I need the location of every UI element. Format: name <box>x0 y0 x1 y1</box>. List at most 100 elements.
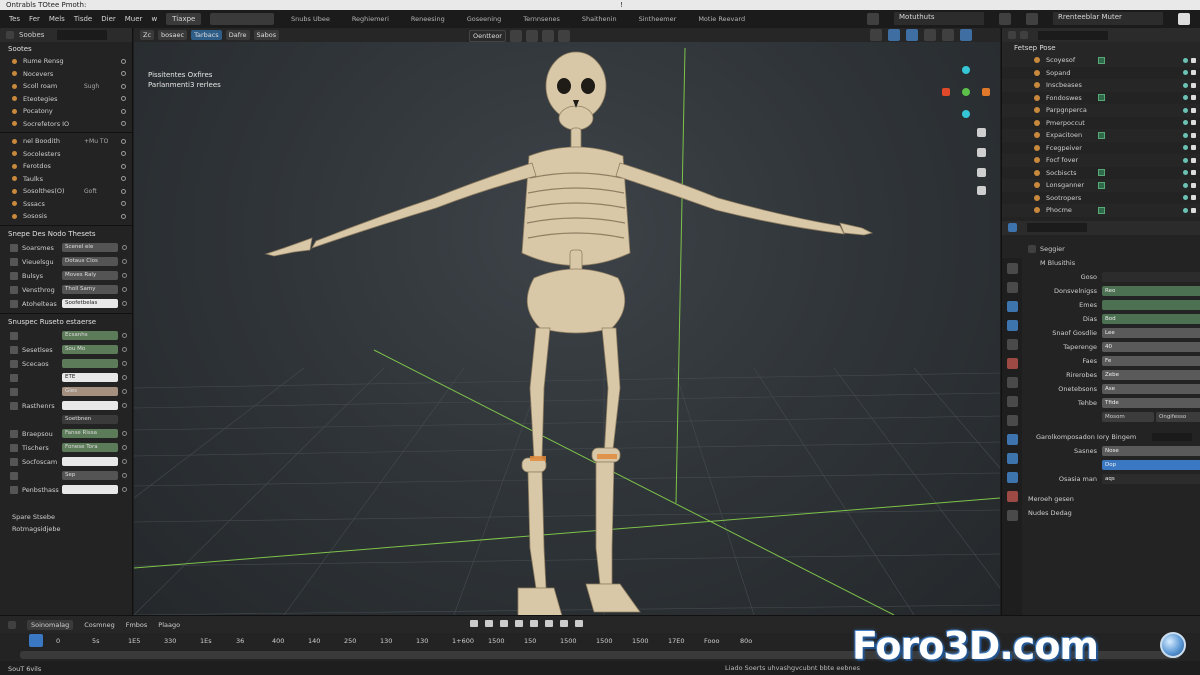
left-footer-item[interactable]: Rotmagsidjebe <box>0 523 132 536</box>
outliner-row[interactable]: Parpgnperca <box>1002 104 1200 117</box>
xray-icon[interactable] <box>924 29 936 41</box>
hand-pan-icon[interactable] <box>977 148 986 157</box>
render-toggle-icon[interactable] <box>1191 170 1196 176</box>
visibility-icon[interactable] <box>121 163 126 169</box>
view-layer-selector[interactable]: Rrenteeblar Muter <box>1053 12 1163 25</box>
render-toggle-icon[interactable] <box>1191 95 1196 101</box>
keyframe-icon[interactable] <box>122 259 127 264</box>
data-tab-icon[interactable] <box>1006 472 1018 483</box>
play-reverse-icon[interactable] <box>500 620 508 627</box>
pivot-icon[interactable] <box>541 30 554 42</box>
property-field[interactable]: Nose <box>1102 446 1200 456</box>
output-tab-icon[interactable] <box>1006 301 1018 312</box>
timeline-tab[interactable]: Plaago <box>158 621 180 629</box>
visibility-icon[interactable] <box>1183 170 1188 176</box>
visibility-icon[interactable] <box>1183 145 1188 151</box>
shading-solid-icon[interactable] <box>942 29 954 41</box>
menu-item-w[interactable]: w <box>151 15 157 23</box>
modifier-tab-icon[interactable] <box>1006 396 1018 407</box>
object-tab-icon[interactable] <box>1006 377 1018 388</box>
outliner-row[interactable]: Fcegpeiver <box>1002 142 1200 155</box>
menu-item-active[interactable]: Tiaxpe <box>166 13 202 25</box>
camera-view-icon[interactable] <box>977 168 986 177</box>
visibility-icon[interactable] <box>121 71 126 77</box>
render-toggle-icon[interactable] <box>1191 207 1196 213</box>
list-item[interactable]: Sssacs <box>0 198 132 211</box>
workspace-tab[interactable]: Ternnsenes <box>523 15 560 23</box>
list-item[interactable]: Scoll roam Sugh <box>0 80 132 93</box>
visibility-icon[interactable] <box>1183 70 1188 76</box>
workspace-tab[interactable]: Reghiemeri <box>352 15 389 23</box>
outliner-row[interactable]: Focf fover <box>1002 154 1200 167</box>
material-tab-icon[interactable] <box>1006 491 1018 502</box>
keyframe-icon[interactable] <box>122 333 127 338</box>
render-toggle-icon[interactable] <box>1191 70 1196 76</box>
workspace-tab[interactable]: Snubs Ubee <box>291 15 330 23</box>
outliner-row[interactable]: Inscbeases <box>1002 79 1200 92</box>
overlay-toggle-icon[interactable] <box>906 29 918 41</box>
visibility-icon[interactable] <box>1183 195 1188 201</box>
property-field[interactable]: Lee <box>1102 328 1200 338</box>
visibility-icon[interactable] <box>1183 82 1188 88</box>
list-item[interactable]: Pocatony <box>0 105 132 118</box>
scene-icon[interactable] <box>867 13 879 25</box>
property-field[interactable] <box>62 485 118 494</box>
viewport-mode-chip[interactable]: Oentteor <box>469 30 506 42</box>
property-field[interactable]: Bod <box>1102 314 1200 324</box>
render-toggle-icon[interactable] <box>1191 107 1196 113</box>
property-field[interactable] <box>62 401 118 410</box>
outliner-row[interactable]: Pmerpoccut <box>1002 117 1200 130</box>
property-field[interactable] <box>1102 300 1200 310</box>
viewport-chip[interactable]: Sabos <box>253 30 280 40</box>
visibility-icon[interactable] <box>121 96 126 102</box>
keyframe-icon[interactable] <box>122 431 127 436</box>
visibility-icon[interactable] <box>121 151 126 157</box>
property-field[interactable] <box>62 457 118 466</box>
keyframe-icon[interactable] <box>122 459 127 464</box>
outliner-row[interactable]: Phocme <box>1002 204 1200 217</box>
outliner-row[interactable]: Lonsganner <box>1002 179 1200 192</box>
render-toggle-icon[interactable] <box>1191 195 1196 201</box>
render-toggle-icon[interactable] <box>1191 182 1196 188</box>
property-field[interactable]: Fanse Rissa <box>62 429 118 438</box>
viewport-chip[interactable]: Tarbacs <box>191 30 222 40</box>
move-gizmo-icon[interactable] <box>962 88 970 96</box>
list-item[interactable]: Taulks <box>0 173 132 186</box>
render-toggle-icon[interactable] <box>1191 82 1196 88</box>
left-footer-item[interactable]: Spare Stsebe <box>0 511 132 524</box>
workspace-tab[interactable]: Reneesing <box>411 15 445 23</box>
right-footer-item[interactable]: Meroeh gesen <box>1024 492 1200 506</box>
property-field[interactable]: Fonese Tora <box>62 443 118 452</box>
visibility-icon[interactable] <box>121 83 126 89</box>
scene-selector[interactable]: Motuthuts <box>894 12 984 25</box>
outliner-display-icon[interactable] <box>1020 31 1028 39</box>
keyframe-icon[interactable] <box>122 347 127 352</box>
visibility-icon[interactable] <box>121 138 126 144</box>
property-field[interactable]: Moves Raly <box>62 271 118 280</box>
visibility-icon[interactable] <box>1183 157 1188 163</box>
world-tab-icon[interactable] <box>1006 358 1018 369</box>
jump-start-icon[interactable] <box>470 620 478 627</box>
visibility-icon[interactable] <box>1183 57 1188 63</box>
loop-icon[interactable] <box>560 620 568 627</box>
scene-tab-icon[interactable] <box>1006 339 1018 350</box>
render-toggle-icon[interactable] <box>1191 145 1196 151</box>
property-field[interactable]: Ecsanhs <box>62 331 118 340</box>
visibility-icon[interactable] <box>121 176 126 182</box>
visibility-icon[interactable] <box>121 108 126 114</box>
3d-viewport[interactable]: Zc bosaec Tarbacs Dafre Sabos Oentteor P… <box>134 28 1000 615</box>
list-item[interactable]: Sosolthes(O) Goft <box>0 185 132 198</box>
outliner-row[interactable]: Socbiscts <box>1002 167 1200 180</box>
skeleton-model[interactable] <box>134 28 1000 615</box>
properties-button[interactable]: Ongifesso <box>1156 412 1200 422</box>
visibility-icon[interactable] <box>1183 207 1188 213</box>
eyedropper-icon[interactable] <box>870 29 882 41</box>
property-field[interactable]: Sep <box>62 471 118 480</box>
workspace-search-field[interactable] <box>210 13 275 25</box>
proportional-icon[interactable] <box>525 30 538 42</box>
workspace-tab[interactable]: Motie Reevard <box>698 15 745 23</box>
property-field[interactable]: Tfide <box>1102 398 1200 408</box>
property-field[interactable]: ETE <box>62 373 118 382</box>
menu-item-muer[interactable]: Muer <box>125 15 143 23</box>
settings-icon[interactable] <box>999 13 1011 25</box>
